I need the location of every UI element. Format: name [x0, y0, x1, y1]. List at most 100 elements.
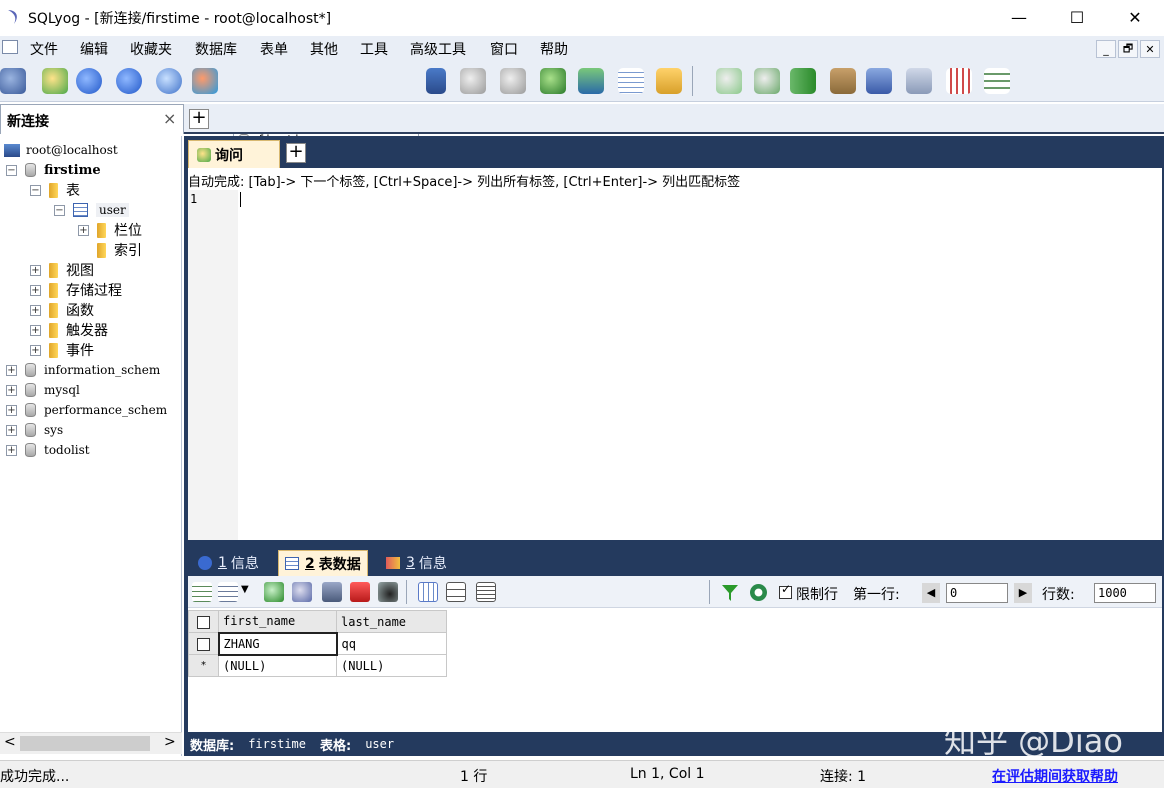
close-button[interactable]: ✕ [1106, 0, 1164, 34]
execute-all-icon[interactable] [116, 68, 142, 94]
mdi-restore-button[interactable]: 🗗 [1118, 40, 1138, 58]
filter-icon[interactable] [721, 584, 739, 602]
delete-icon[interactable] [350, 582, 370, 602]
grid-cell[interactable]: (NULL) [336, 654, 447, 677]
menu-table[interactable]: 表单 [260, 39, 288, 59]
refresh-icon[interactable] [750, 584, 767, 601]
column-header[interactable]: first_name [218, 610, 337, 633]
sql-editor[interactable]: 自动完成: [Tab]-> 下一个标签, [Ctrl+Space]-> 列出所有… [188, 168, 1162, 540]
menu-other[interactable]: 其他 [310, 39, 338, 59]
expand-icon[interactable]: + [78, 224, 89, 236]
row-checkbox[interactable] [196, 637, 210, 651]
expand-icon[interactable]: + [30, 284, 41, 296]
tab-table-data[interactable]: 2 表数据 [278, 550, 368, 576]
tree-procedures-folder[interactable]: + 存储过程 [30, 280, 122, 300]
execute-icon[interactable] [76, 68, 102, 94]
grid-view-icon[interactable] [418, 582, 438, 602]
sidebar-horizontal-scrollbar[interactable]: < > [0, 732, 182, 754]
scroll-left-icon[interactable]: < [4, 734, 16, 750]
minimize-button[interactable]: — [990, 0, 1048, 34]
tree-table-user[interactable]: − user [54, 200, 129, 220]
expand-icon[interactable]: + [30, 324, 41, 336]
add-row-icon[interactable] [264, 582, 284, 602]
expand-icon[interactable]: + [30, 344, 41, 356]
menu-file[interactable]: 文件 [30, 39, 58, 59]
profiler-icon[interactable] [906, 68, 932, 94]
scroll-right-icon[interactable]: > [164, 734, 176, 750]
menu-favorites[interactable]: 收藏夹 [130, 39, 172, 59]
save-icon[interactable] [322, 582, 342, 602]
column-header[interactable]: last_name [336, 610, 447, 633]
export-icon[interactable] [578, 68, 604, 94]
collapse-icon[interactable]: − [6, 164, 17, 176]
connection-tab[interactable]: 新连接 × [0, 104, 184, 134]
row-select-cell[interactable] [188, 632, 219, 655]
tree-db-information-schema[interactable]: + information_schem [6, 360, 160, 380]
expand-icon[interactable]: + [6, 364, 17, 376]
migrate-icon[interactable] [830, 68, 856, 94]
tree-tables-folder[interactable]: − 表 [30, 180, 80, 200]
tab-info[interactable]: 3 信息 [380, 550, 453, 576]
new-query-icon[interactable] [42, 68, 68, 94]
tree-db-firstime[interactable]: − firstime [6, 160, 101, 180]
tree-server[interactable]: root@localhost [4, 140, 118, 160]
schema-icon[interactable] [192, 68, 218, 94]
restore-icon[interactable] [500, 68, 526, 94]
tree-events-folder[interactable]: + 事件 [30, 340, 94, 360]
maximize-button[interactable]: ☐ [1048, 0, 1106, 34]
sync-icon[interactable] [754, 68, 780, 94]
tree-indexes-folder[interactable]: 索引 [97, 240, 142, 260]
tree-db-todolist[interactable]: + todolist [6, 440, 90, 460]
grid-cell[interactable]: ZHANG [217, 631, 338, 656]
collapse-icon[interactable]: − [54, 204, 65, 216]
tree-db-performance-schema[interactable]: + performance_schem [6, 400, 167, 420]
grid-cell[interactable]: qq [336, 632, 447, 655]
tree-triggers-folder[interactable]: + 触发器 [30, 320, 108, 340]
tree-db-sys[interactable]: + sys [6, 420, 63, 440]
tab-messages[interactable]: 1 信息 [192, 550, 265, 576]
tree-functions-folder[interactable]: + 函数 [30, 300, 94, 320]
select-all-checkbox[interactable] [197, 615, 210, 629]
chevron-down-icon[interactable]: ▼ [241, 584, 249, 595]
schema-designer-icon[interactable] [716, 68, 742, 94]
monitor-icon[interactable] [946, 68, 972, 94]
table-row[interactable]: ZHANG qq [188, 631, 447, 656]
menu-database[interactable]: 数据库 [195, 39, 237, 59]
expand-icon[interactable]: + [30, 264, 41, 276]
duplicate-row-icon[interactable] [292, 582, 312, 602]
expand-icon[interactable]: + [6, 424, 17, 436]
select-all-cell[interactable] [188, 610, 219, 633]
table-row[interactable]: * (NULL) (NULL) [188, 654, 447, 677]
prev-page-button[interactable]: ◀ [922, 583, 940, 603]
close-icon[interactable]: × [163, 109, 176, 128]
user-icon[interactable] [426, 68, 446, 94]
scrollbar-thumb[interactable] [20, 736, 150, 751]
expand-icon[interactable]: + [30, 304, 41, 316]
refresh-icon[interactable] [156, 68, 182, 94]
tree-views-folder[interactable]: + 视图 [30, 260, 94, 280]
report-icon[interactable] [984, 68, 1010, 94]
export-data-icon[interactable] [218, 582, 238, 602]
mdi-minimize-button[interactable]: _ [1096, 40, 1116, 58]
add-connection-button[interactable]: + [189, 109, 209, 129]
scheduler-icon[interactable] [866, 68, 892, 94]
expand-icon[interactable]: + [6, 444, 17, 456]
query-builder-icon[interactable] [656, 68, 682, 94]
menu-window[interactable]: 窗口 [490, 39, 518, 59]
mdi-close-button[interactable]: ✕ [1140, 40, 1160, 58]
import-icon[interactable] [540, 68, 566, 94]
collapse-icon[interactable]: − [30, 184, 41, 196]
form-view-icon[interactable] [446, 582, 466, 602]
table-data-icon[interactable] [618, 68, 644, 94]
tree-columns-folder[interactable]: + 栏位 [78, 220, 142, 240]
expand-icon[interactable]: + [6, 404, 17, 416]
menu-edit[interactable]: 编辑 [80, 39, 108, 59]
text-view-icon[interactable] [476, 582, 496, 602]
menu-tools[interactable]: 工具 [360, 39, 388, 59]
next-page-button[interactable]: ▶ [1014, 583, 1032, 603]
tree-db-mysql[interactable]: + mysql [6, 380, 80, 400]
connect-icon[interactable] [0, 68, 26, 94]
rows-count-input[interactable] [1094, 583, 1156, 603]
copy-db-icon[interactable] [790, 68, 816, 94]
menu-help[interactable]: 帮助 [540, 39, 568, 59]
